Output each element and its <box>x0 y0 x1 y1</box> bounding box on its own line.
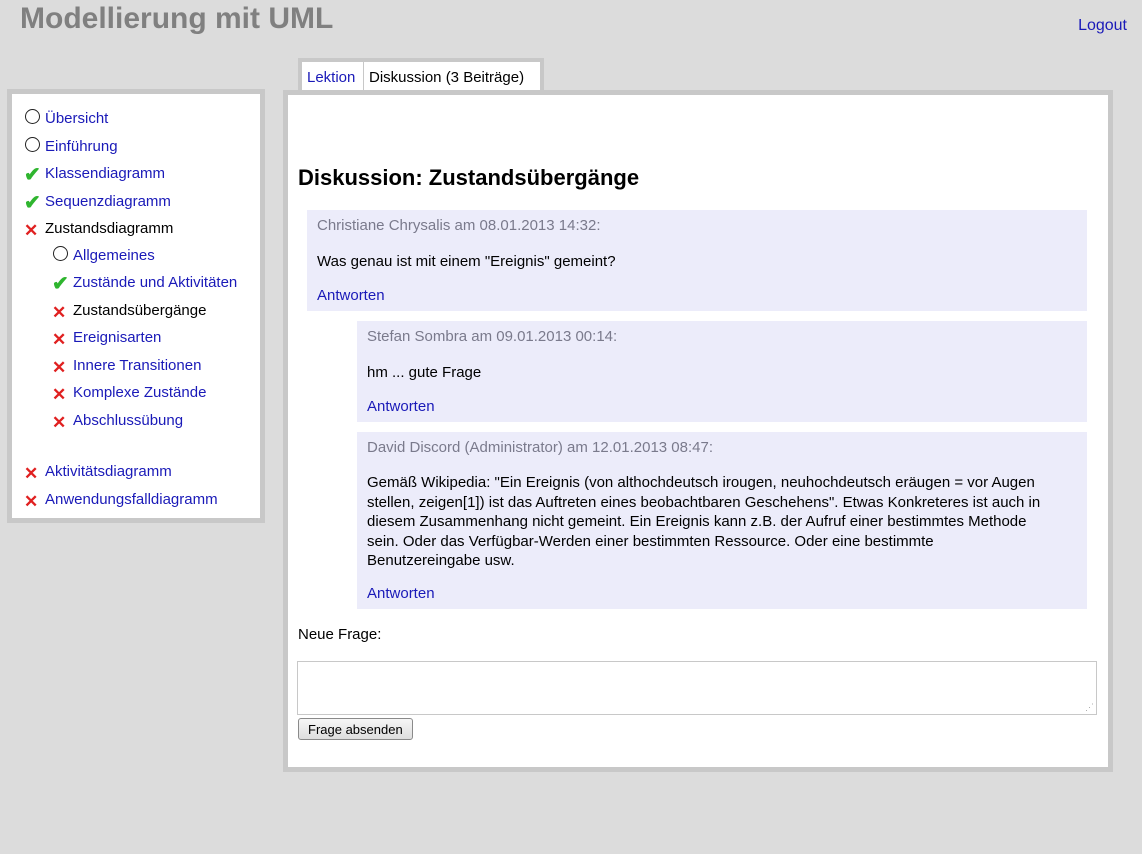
sidebar-item-label[interactable]: Übersicht <box>45 110 108 127</box>
submit-question-button[interactable]: Frage absenden <box>298 718 413 740</box>
tab-lektion[interactable]: Lektion <box>298 58 366 91</box>
sidebar-item-label[interactable]: Sequenzdiagramm <box>45 193 171 210</box>
app-title: Modellierung mit UML <box>20 2 334 35</box>
post-body-line: Gemäß Wikipedia: "Ein Ereignis (von alth… <box>367 474 1035 491</box>
sidebar-item-uebersicht[interactable]: Übersicht <box>24 108 108 130</box>
discussion-post: Christiane Chrysalis am 08.01.2013 14:32… <box>307 210 1087 311</box>
sidebar-subitem-zustandsuebergaenge: ✕ Zustandsübergänge <box>52 300 206 322</box>
post-header: David Discord (Administrator) am 12.01.2… <box>367 439 713 456</box>
sidebar-subitem-ereignisarten[interactable]: ✕ Ereignisarten <box>52 327 161 349</box>
cross-icon: ✕ <box>24 221 39 240</box>
sidebar-item-label[interactable]: Klassendiagramm <box>45 165 165 182</box>
reply-link[interactable]: Antworten <box>367 398 435 415</box>
cross-icon: ✕ <box>24 464 39 483</box>
page-title: Diskussion: Zustandsübergänge <box>298 165 640 190</box>
tab-diskussion[interactable]: Diskussion (3 Beiträge) <box>364 58 544 91</box>
sidebar-item-einfuehrung[interactable]: Einführung <box>24 136 118 158</box>
sidebar-item-label[interactable]: Zustände und Aktivitäten <box>73 274 237 291</box>
sidebar-item-sequenzdiagramm[interactable]: ✔ Sequenzdiagramm <box>24 191 171 213</box>
cross-icon: ✕ <box>24 492 39 511</box>
sidebar-item-label[interactable]: Komplexe Zustände <box>73 384 206 401</box>
sidebar-nav: Übersicht Einführung ✔ Klassendiagramm ✔ S… <box>7 89 265 523</box>
sidebar-item-label[interactable]: Einführung <box>45 138 118 155</box>
checkmark-icon: ✔ <box>24 164 41 186</box>
sidebar-item-label[interactable]: Abschlussübung <box>73 412 183 429</box>
post-body: hm ... gute Frage <box>367 364 482 381</box>
new-question-label: Neue Frage: <box>298 626 382 643</box>
post-body: Was genau ist mit einem "Ereignis" gemei… <box>317 253 616 270</box>
cross-icon: ✕ <box>52 413 67 432</box>
circle-icon <box>24 109 41 126</box>
sidebar-subitem-zustaende-und-aktivitaeten[interactable]: ✔ Zustände und Aktivitäten <box>52 272 237 294</box>
post-body-line: diesem Zusammenhang nicht gemeint. Ein E… <box>367 513 1027 530</box>
sidebar-item-label[interactable]: Innere Transitionen <box>73 357 201 374</box>
cross-icon: ✕ <box>52 358 67 377</box>
new-question-input[interactable] <box>297 661 1097 715</box>
discussion-post-reply: Stefan Sombra am 09.01.2013 00:14: hm ..… <box>357 321 1087 422</box>
post-body-line: stellen, zeigen[1]) ist das Auftreten ei… <box>367 493 1041 511</box>
sidebar-item-label: Zustandsübergänge <box>73 302 207 319</box>
sidebar-item-label[interactable]: Ereignisarten <box>73 329 161 346</box>
cross-icon: ✕ <box>52 330 67 349</box>
sidebar-item-zustandsdiagramm: ✕ Zustandsdiagramm <box>24 218 173 240</box>
sidebar-item-label[interactable]: Anwendungsfalldiagramm <box>45 491 218 508</box>
post-header: Christiane Chrysalis am 08.01.2013 14:32… <box>317 217 601 234</box>
discussion-post-reply: David Discord (Administrator) am 12.01.2… <box>357 432 1087 609</box>
post-body: Gemäß Wikipedia: "Ein Ereignis (von alth… <box>367 473 1077 571</box>
sidebar-item-anwendungsfalldiagramm[interactable]: ✕ Anwendungsfalldiagramm <box>24 489 218 511</box>
resize-grip-icon[interactable]: ⋰ <box>1085 703 1095 713</box>
sidebar-subitem-abschlussuebung[interactable]: ✕ Abschlussübung <box>52 410 183 432</box>
sidebar-item-aktivitaetsdiagramm[interactable]: ✕ Aktivitätsdiagramm <box>24 461 172 483</box>
reply-link[interactable]: Antworten <box>367 585 435 602</box>
reply-link[interactable]: Antworten <box>317 287 385 304</box>
main-panel: Diskussion: Zustandsübergänge Christiane… <box>283 90 1113 772</box>
cross-icon: ✕ <box>52 385 67 404</box>
sidebar-subitem-komplexe-zustaende[interactable]: ✕ Komplexe Zustände <box>52 382 206 404</box>
circle-icon <box>52 246 69 263</box>
circle-icon <box>24 137 41 154</box>
checkmark-icon: ✔ <box>24 192 41 214</box>
sidebar-item-klassendiagramm[interactable]: ✔ Klassendiagramm <box>24 163 165 185</box>
sidebar-item-label: Zustandsdiagramm <box>45 220 174 237</box>
post-header: Stefan Sombra am 09.01.2013 00:14: <box>367 328 618 345</box>
sidebar-subitem-innere-transitionen[interactable]: ✕ Innere Transitionen <box>52 355 201 377</box>
sidebar-subitem-allgemeines[interactable]: Allgemeines <box>52 245 155 267</box>
checkmark-icon: ✔ <box>52 273 69 295</box>
sidebar-item-label[interactable]: Aktivitätsdiagramm <box>45 463 172 480</box>
post-body-line: Benutzereingabe usw. <box>367 552 515 569</box>
cross-icon: ✕ <box>52 303 67 322</box>
post-body-line: sein. Oder das Verfügbar-Werden einer be… <box>367 532 934 550</box>
sidebar-item-label[interactable]: Allgemeines <box>73 247 155 264</box>
logout-link[interactable]: Logout <box>1078 17 1127 35</box>
